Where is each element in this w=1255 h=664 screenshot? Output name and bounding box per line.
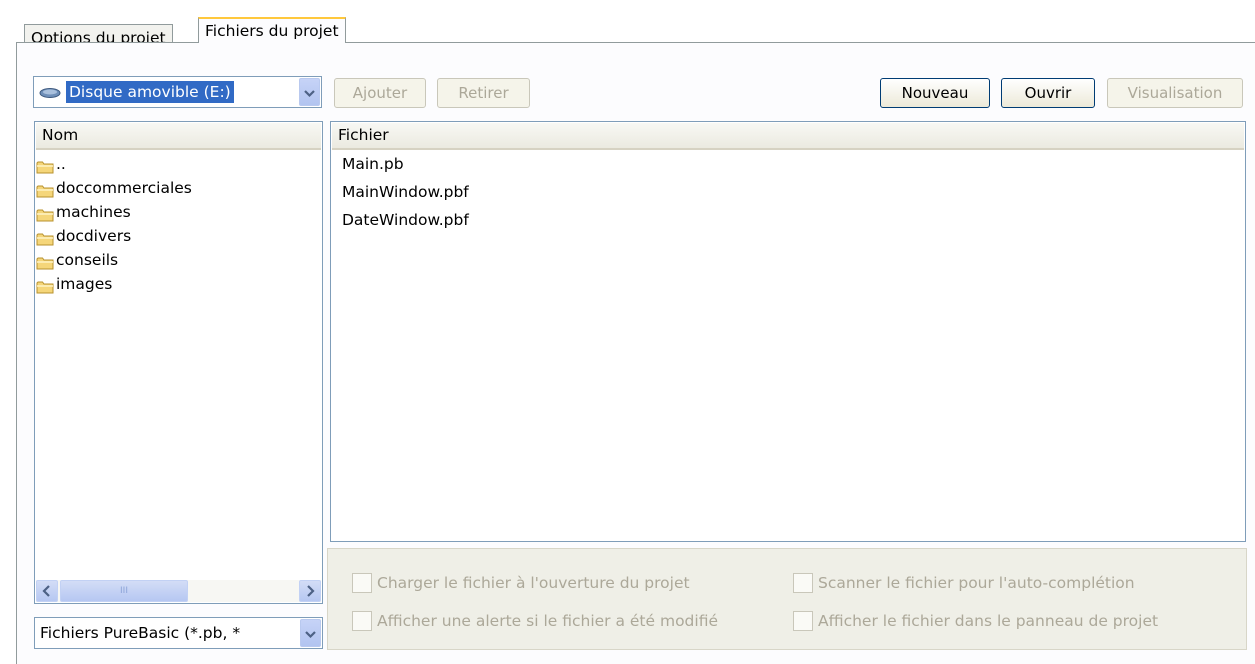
table-row[interactable]: Main.pb [342,152,404,176]
checkbox-label: Charger le fichier à l'ouverture du proj… [377,574,690,592]
file-filter-select[interactable]: Fichiers PureBasic (*.pb, * [34,617,323,649]
scroll-thumb[interactable]: III [60,580,188,602]
file-name: MainWindow.pbf [342,183,469,201]
checkbox-label: Afficher une alerte si le fichier a été … [377,612,718,630]
file-filter-value: Fichiers PureBasic (*.pb, * [40,624,241,642]
file-list-header[interactable]: Fichier [332,123,1244,150]
folder-icon [36,181,54,198]
list-item[interactable]: docdivers [36,224,131,248]
add-button[interactable]: Ajouter [334,78,426,108]
view-button[interactable]: Visualisation [1107,78,1243,108]
checkbox-label: Scanner le fichier pour l'auto-complétio… [818,574,1135,592]
list-item-label: docdivers [56,227,132,245]
chevron-down-icon[interactable] [299,78,320,106]
folder-icon [36,157,54,174]
file-name: Main.pb [342,155,404,173]
removable-drive-icon [39,88,61,98]
tab-label: Fichiers du projet [205,22,339,40]
table-row[interactable]: MainWindow.pbf [342,180,469,204]
list-item[interactable]: images [36,272,112,296]
list-item[interactable]: machines [36,200,131,224]
table-row[interactable]: DateWindow.pbf [342,208,469,232]
list-item[interactable]: doccommerciales [36,176,192,200]
load-on-open-checkbox[interactable]: Charger le fichier à l'ouverture du proj… [352,573,690,593]
checkbox-box[interactable] [793,573,813,593]
horizontal-scrollbar[interactable]: III [36,580,321,602]
column-header-name: Nom [42,126,79,144]
folder-icon [36,205,54,222]
tab-project-files[interactable]: Fichiers du projet [198,17,346,43]
remove-button[interactable]: Retirer [437,78,530,108]
warn-modified-checkbox[interactable]: Afficher une alerte si le fichier a été … [352,611,718,631]
list-item[interactable]: .. [36,152,66,176]
drive-select[interactable]: Disque amovible (E:) [33,76,322,108]
chevron-down-icon[interactable] [300,619,321,647]
folder-icon [36,229,54,246]
folder-list-header[interactable]: Nom [36,123,321,150]
checkbox-box[interactable] [352,611,372,631]
list-item[interactable]: conseils [36,248,118,272]
drive-select-value: Disque amovible (E:) [65,80,235,104]
list-item-label: conseils [56,251,119,269]
list-item-label: machines [56,203,131,221]
scan-autocomplete-checkbox[interactable]: Scanner le fichier pour l'auto-complétio… [793,573,1135,593]
checkbox-label: Afficher le fichier dans le panneau de p… [818,612,1159,630]
scroll-right-icon[interactable] [299,580,321,602]
file-options-panel: Charger le fichier à l'ouverture du proj… [327,548,1247,650]
scroll-left-icon[interactable] [36,580,58,602]
list-item-label: images [56,275,113,293]
checkbox-box[interactable] [793,611,813,631]
file-name: DateWindow.pbf [342,211,469,229]
folder-icon [36,253,54,270]
list-item-label: doccommerciales [56,179,192,197]
folder-icon [36,277,54,294]
list-item-label: .. [56,155,66,173]
open-button[interactable]: Ouvrir [1001,78,1095,108]
show-in-panel-checkbox[interactable]: Afficher le fichier dans le panneau de p… [793,611,1158,631]
checkbox-box[interactable] [352,573,372,593]
folder-list[interactable]: Nom .. doccommerciales machines docdivers co… [34,121,323,604]
scroll-thumb-grip: III [120,586,128,596]
new-button[interactable]: Nouveau [880,78,990,108]
project-file-list[interactable]: Fichier Main.pb MainWindow.pbf DateWindow.… [330,121,1246,542]
column-header-file: Fichier [338,126,389,144]
